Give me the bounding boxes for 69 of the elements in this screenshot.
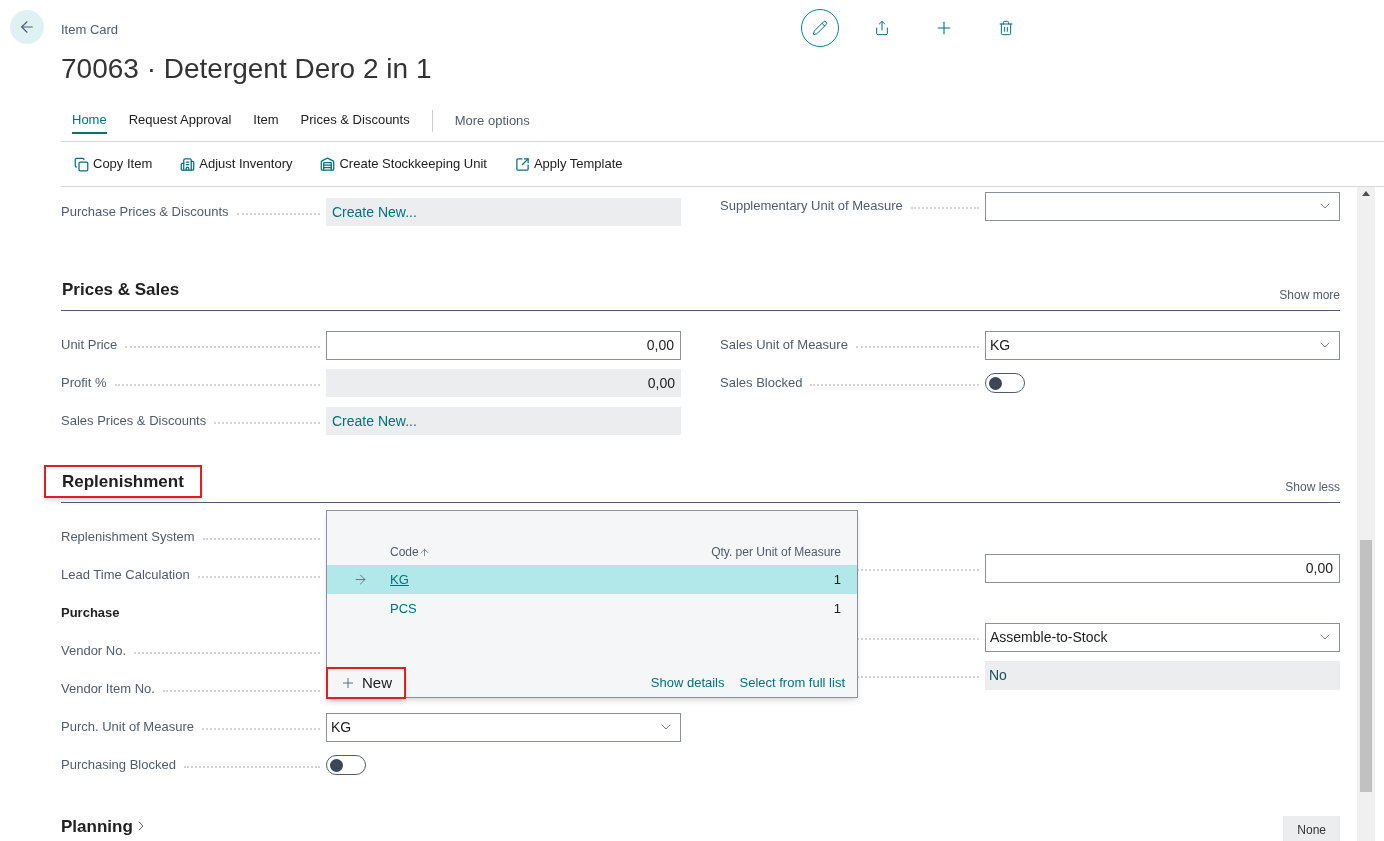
toggle-switch[interactable] [985,373,1025,393]
dropdown-value: KG [990,335,1011,355]
section-title: Prices & Sales [61,278,181,301]
action-button[interactable]: Apply Template [514,154,623,174]
scrollbar[interactable] [1357,187,1375,841]
input-field[interactable]: 0,00 [985,553,1340,583]
lookup-link[interactable]: Show details [650,673,725,693]
trash-icon [998,20,1014,36]
field-label: Purch. Unit of Measure [61,718,194,737]
new-button[interactable]: New [326,667,406,699]
lookup-row[interactable]: KG 1 [327,565,857,594]
field-label: Vendor Item No. [61,680,155,699]
field-label: Supplementary Unit of Measure [720,197,903,216]
link-field[interactable]: Create New... [326,407,681,435]
field-label: Purchasing Blocked [61,756,176,775]
dropdown-field[interactable]: Assemble-to-Stock [985,622,1340,652]
more-options-button[interactable]: More options [454,110,530,131]
action-button[interactable]: Adjust Inventory [180,154,293,174]
group-heading: Purchase [61,604,120,623]
menu-tab[interactable]: Request Approval [128,107,232,134]
code-cell[interactable]: KG [390,569,834,590]
field-label: Vendor No. [61,642,127,661]
qty-cell-text: 1 [833,599,841,618]
menu-tab[interactable]: Item [253,107,279,134]
sort-arrow-icon [418,546,430,558]
column-header[interactable]: Qty. per Unit of Measure [711,543,841,561]
lookup-row[interactable]: PCS 1 [327,594,857,623]
readonly-field: 0,00 [326,369,681,397]
field-label: Lead Time Calculation [61,566,190,585]
back-button[interactable] [10,10,44,44]
code-cell[interactable]: PCS [390,598,834,619]
toggle-switch[interactable] [326,755,366,775]
dropdown-field[interactable] [985,191,1340,221]
buildings-icon [180,156,196,172]
plus-icon [340,675,356,691]
dropdown-value: Assemble-to-Stock [990,627,1108,647]
section-title: Replenishment [44,464,202,498]
menu-tab[interactable]: Prices & Discounts [300,107,410,134]
lookup-link[interactable]: Select from full list [739,673,845,693]
show-link[interactable]: Show less [1285,478,1340,496]
dropdown-value: KG [331,717,352,737]
link-field[interactable]: Create New... [326,198,681,226]
arrow-right-icon [353,572,368,587]
summary-badge: None [1283,816,1340,841]
field-label: Sales Unit of Measure [720,336,848,355]
warehouse-icon [320,156,336,172]
pencil-icon [812,20,828,36]
template-icon [514,156,530,172]
action-button[interactable]: Copy Item [74,154,153,174]
action-button[interactable]: Create Stockkeeping Unit [320,154,487,174]
field-label: Replenishment System [61,528,195,547]
copy-icon [74,156,89,172]
field-label: Profit % [61,374,107,393]
field-label: Sales Prices & Discounts [61,412,207,431]
field-label: Unit Price [61,336,118,355]
page-title: 70063 · Detergent Dero 2 in 1 [61,51,432,86]
menu-tab[interactable]: Home [72,107,107,134]
readonly-field: No [985,660,1340,690]
planning-section-header[interactable]: Planning [61,813,149,839]
dropdown-field[interactable]: KG [985,330,1340,360]
input-field[interactable]: 0,00 [326,330,681,360]
show-link[interactable]: Show more [1279,286,1340,304]
dropdown-field[interactable]: KG [326,712,681,742]
field-label: Purchase Prices & Discounts [61,203,229,222]
breadcrumb: Item Card [61,21,120,39]
share-icon [874,20,890,36]
qty-cell-text: 1 [833,570,841,589]
column-header[interactable]: Code [390,543,430,561]
field-label: Sales Blocked [720,374,803,393]
